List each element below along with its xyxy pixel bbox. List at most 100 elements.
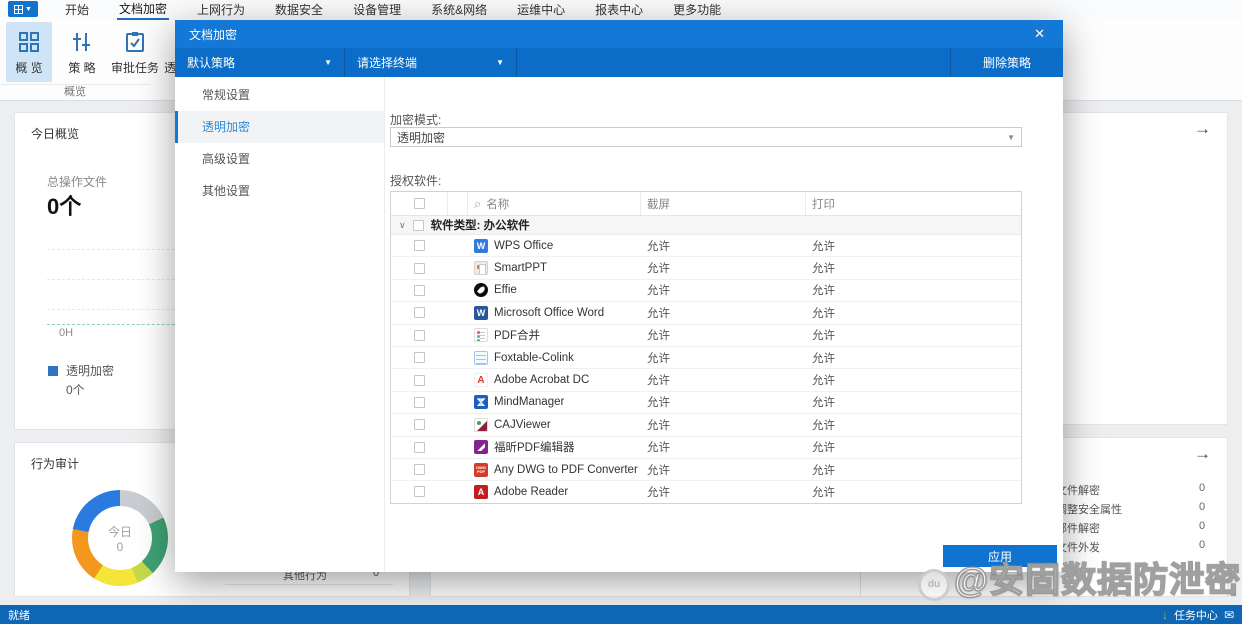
effie-app-icon [474, 283, 488, 298]
app-name-cell: CAJViewer [468, 417, 641, 432]
row-checkbox[interactable] [391, 374, 448, 386]
table-row[interactable]: MindManager 允许 允许 [391, 392, 1021, 415]
table-row[interactable]: WPS Office 允许 允许 [391, 235, 1021, 258]
dialog-sidebar: 常规设置 透明加密 高级设置 其他设置 [175, 77, 385, 572]
table-row[interactable]: Any DWG to PDF Converter 允许 允许 [391, 459, 1021, 482]
sidebar-item-transparent-encryption[interactable]: 透明加密 [175, 111, 384, 143]
table-row[interactable]: Adobe Acrobat DC 允许 允许 [391, 369, 1021, 392]
row-checkbox[interactable] [391, 307, 448, 319]
row-checkbox[interactable] [391, 464, 448, 476]
row-checkbox[interactable] [391, 352, 448, 364]
screenshot-column-header[interactable]: 截屏 [641, 192, 806, 215]
download-arrow-icon[interactable]: ↓ [1162, 608, 1168, 622]
table-row[interactable]: SmartPPT 允许 允许 [391, 257, 1021, 280]
menu-tab-report-center[interactable]: 报表中心 [593, 0, 645, 19]
ribbon-button-overview[interactable]: 概 览 [6, 22, 52, 82]
print-permission: 允许 [812, 419, 835, 432]
table-header: ⌕ 名称 截屏 打印 [391, 192, 1021, 216]
sidebar-item-advanced-settings[interactable]: 高级设置 [175, 143, 384, 175]
table-row[interactable]: CAJViewer 允许 允许 [391, 414, 1021, 437]
task-center-link[interactable]: 任务中心 [1174, 607, 1218, 623]
table-row[interactable]: Foxtable-Colink 允许 允许 [391, 347, 1021, 370]
row-checkbox[interactable] [391, 240, 448, 252]
ribbon-group-label: 概览 [0, 84, 150, 100]
name-search-field[interactable]: ⌕ 名称 [468, 192, 641, 215]
print-permission: 允许 [812, 442, 835, 455]
app-name-cell: Adobe Reader [468, 484, 641, 499]
encryption-mode-select[interactable]: 透明加密 ▼ [390, 127, 1022, 147]
apply-button[interactable]: 应用 [943, 545, 1057, 567]
ribbon-button-approval-tasks[interactable]: 审批任务 [111, 22, 159, 82]
print-permission: 允许 [812, 352, 835, 365]
screenshot-permission: 允许 [647, 330, 670, 343]
app-name: PDF合并 [494, 330, 540, 343]
delete-policy-button[interactable]: 删除策略 [951, 48, 1063, 77]
checkbox-icon [414, 284, 425, 296]
menu-tab-ops-center[interactable]: 运维中心 [515, 0, 567, 19]
mail-icon[interactable]: ✉ [1224, 608, 1234, 622]
screenshot-permission: 允许 [647, 307, 670, 320]
menu-tab-web-behavior[interactable]: 上网行为 [195, 0, 247, 19]
table-row[interactable]: Adobe Reader 允许 允许 [391, 481, 1021, 502]
foxtable-app-icon [474, 350, 488, 365]
grid-icon [16, 29, 42, 55]
ribbon-button-policy[interactable]: 策 略 [59, 22, 105, 82]
menu-tab-system-network[interactable]: 系统&网络 [429, 0, 489, 19]
app-name: Adobe Acrobat DC [494, 374, 590, 387]
dialog-content: 加密模式: 透明加密 ▼ 授权软件: ⌕ 名称 截屏 打印 ∨ 软件类型: 办公… [385, 77, 1063, 572]
menu-tab-doc-encryption[interactable]: 文档加密 [117, 0, 170, 20]
group-checkbox[interactable] [412, 219, 424, 231]
table-row[interactable]: Effie 允许 允许 [391, 280, 1021, 303]
app-name: Any DWG to PDF Converter [494, 463, 638, 476]
menu-tab-device-management[interactable]: 设备管理 [351, 0, 403, 19]
sidebar-item-other-settings[interactable]: 其他设置 [175, 175, 384, 207]
row-checkbox[interactable] [391, 486, 448, 498]
filter-bar-spacer [517, 48, 951, 77]
arrow-right-icon[interactable]: → [1194, 119, 1211, 139]
right-panel-row-value: 0 [1199, 520, 1206, 532]
row-checkbox[interactable] [391, 329, 448, 341]
policy-dropdown-value: 默认策略 [187, 56, 236, 70]
right-panel-row-value: 0 [1199, 501, 1206, 513]
row-checkbox[interactable] [391, 284, 448, 296]
authorized-software-table: ⌕ 名称 截屏 打印 ∨ 软件类型: 办公软件 WPS Office允许允许Sm… [390, 191, 1022, 504]
close-icon[interactable]: ✕ [1030, 26, 1049, 42]
table-row[interactable]: 福昕PDF编辑器 允许 允许 [391, 437, 1021, 459]
row-checkbox[interactable] [391, 419, 448, 431]
select-all-checkbox[interactable] [391, 192, 448, 215]
app-name: Foxtable-Colink [494, 351, 574, 364]
search-icon: ⌕ [474, 196, 482, 211]
print-permission: 允许 [812, 486, 835, 499]
word-app-icon [474, 305, 488, 320]
app-name-cell: Any DWG to PDF Converter [468, 462, 641, 477]
status-bar-right: ↓ 任务中心 ✉ [1162, 607, 1234, 623]
software-group-row[interactable]: ∨ 软件类型: 办公软件 [391, 216, 1021, 235]
donut-center-value: 0 [116, 539, 124, 554]
terminal-dropdown[interactable]: 请选择终端 ▼ [345, 48, 517, 77]
chevron-expand-icon[interactable]: ∨ [399, 220, 406, 231]
app-name-cell: Effie [468, 283, 641, 298]
app-name-cell: SmartPPT [468, 261, 641, 276]
app-menu-button[interactable]: ▼ [8, 1, 38, 17]
table-row[interactable]: Microsoft Office Word 允许 允许 [391, 302, 1021, 325]
row-checkbox[interactable] [391, 441, 448, 453]
screenshot-permission: 允许 [647, 285, 670, 298]
row-checkbox[interactable] [391, 262, 448, 274]
policy-dropdown[interactable]: 默认策略 ▼ [175, 48, 345, 77]
pdfmerge-app-icon [474, 328, 488, 343]
menu-tab-data-security[interactable]: 数据安全 [273, 0, 325, 19]
table-row[interactable]: PDF合并 允许 允许 [391, 325, 1021, 347]
app-name-cell: WPS Office [468, 238, 641, 253]
checkbox-icon [414, 464, 425, 476]
smartppt-app-icon [474, 261, 488, 276]
arrow-right-icon[interactable]: → [1194, 444, 1211, 464]
screenshot-permission: 允许 [647, 486, 670, 499]
sidebar-item-general-settings[interactable]: 常规设置 [175, 79, 384, 111]
menu-tab-home[interactable]: 开始 [63, 0, 91, 19]
print-column-header[interactable]: 打印 [806, 192, 1021, 215]
row-checkbox[interactable] [391, 396, 448, 408]
checkbox-icon [413, 198, 425, 209]
app-name: WPS Office [494, 239, 554, 252]
menu-tab-more-functions[interactable]: 更多功能 [671, 0, 723, 19]
checkbox-icon [414, 441, 425, 453]
